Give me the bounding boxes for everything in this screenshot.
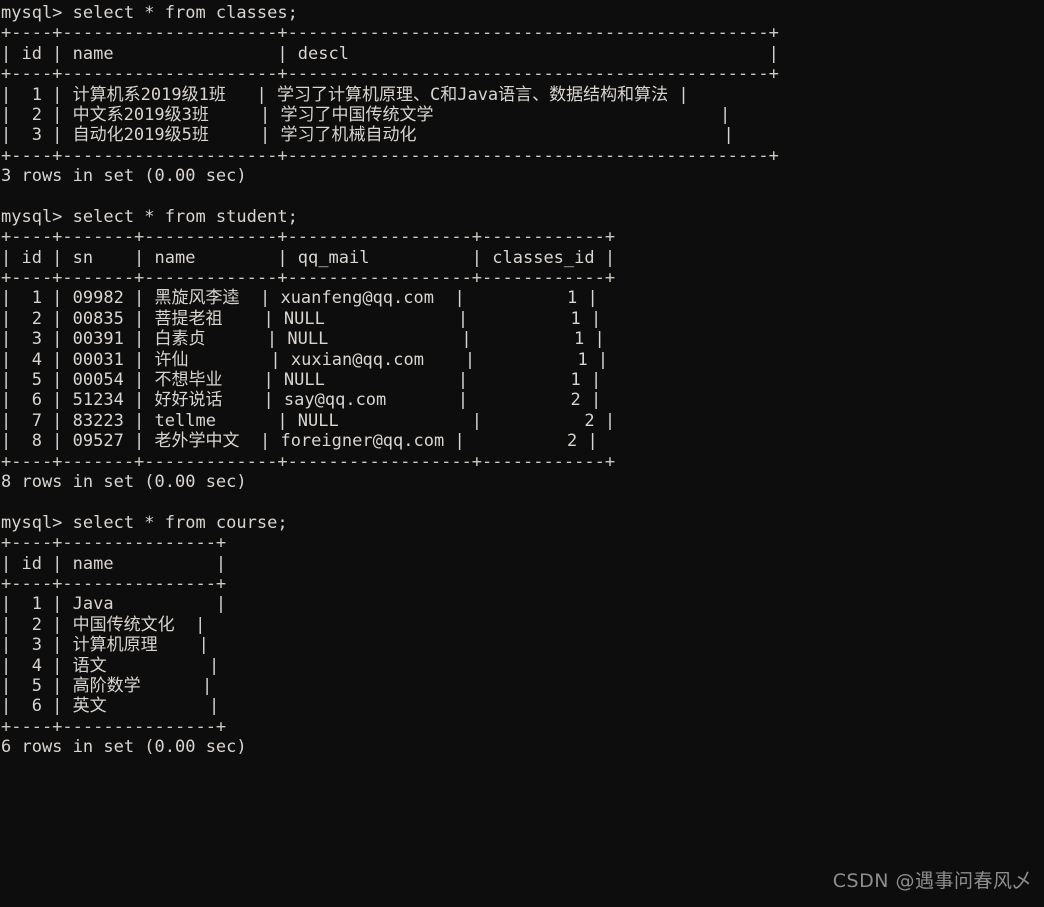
status-line-course: 6 rows in set (0.00 sec): [1, 737, 247, 758]
table-rule-top-student: +----+-------+-------------+------------…: [1, 227, 616, 248]
table-row: | 3 | 自动化2019级5班 | 学习了机械自动化 |: [1, 125, 734, 146]
table-header-student: | id | sn | name | qq_mail | classes_id …: [1, 247, 616, 268]
table-rule-mid-student: +----+-------+-------------+------------…: [1, 268, 616, 289]
table-row: | 1 | 09982 | 黑旋风李逵 | xuanfeng@qq.com | …: [1, 288, 598, 309]
table-row: | 8 | 09527 | 老外学中文 | foreigner@qq.com |…: [1, 431, 598, 452]
table-rule-mid-classes: +----+---------------------+------------…: [1, 64, 779, 85]
table-rule-mid-course: +----+---------------+: [1, 573, 227, 594]
table-header-course: | id | name |: [1, 553, 227, 574]
table-rule-bottom-course: +----+---------------+: [1, 716, 227, 737]
command-line-student: mysql> select * from student;: [1, 206, 298, 227]
table-rule-top-course: +----+---------------+: [1, 533, 227, 554]
table-row: | 1 | 计算机系2019级1班 | 学习了计算机原理、C和Java语言、数据…: [1, 84, 689, 105]
status-line-classes: 3 rows in set (0.00 sec): [1, 166, 247, 187]
table-row: | 4 | 00031 | 许仙 | xuxian@qq.com | 1 |: [1, 349, 609, 370]
table-row: | 2 | 中文系2019级3班 | 学习了中国传统文学 |: [1, 104, 731, 125]
table-row: | 6 | 英文 |: [1, 696, 220, 717]
table-rule-top-classes: +----+---------------------+------------…: [1, 23, 779, 44]
table-row: | 2 | 00835 | 菩提老祖 | NULL | 1 |: [1, 308, 602, 329]
table-row: | 5 | 高阶数学 |: [1, 675, 213, 696]
table-row: | 1 | Java |: [1, 594, 227, 615]
terminal-output: mysql> select * from classes; +----+-----…: [0, 0, 1044, 907]
table-row: | 2 | 中国传统文化 |: [1, 614, 206, 635]
command-line-classes: mysql> select * from classes;: [1, 3, 298, 23]
table-row: | 6 | 51234 | 好好说话 | say@qq.com | 2 |: [1, 390, 602, 411]
command-line-course: mysql> select * from course;: [1, 512, 288, 533]
table-row: | 3 | 计算机原理 |: [1, 635, 209, 656]
table-row: | 4 | 语文 |: [1, 655, 220, 676]
table-rule-bottom-student: +----+-------+-------------+------------…: [1, 451, 616, 472]
table-row: | 3 | 00391 | 白素贞 | NULL | 1 |: [1, 329, 605, 350]
table-row: | 7 | 83223 | tellme | NULL | 2 |: [1, 410, 616, 431]
table-row: | 5 | 00054 | 不想毕业 | NULL | 1 |: [1, 370, 602, 391]
csdn-watermark: CSDN @遇事问春风乄: [832, 870, 1032, 892]
table-header-classes: | id | name | descl |: [1, 43, 779, 64]
status-line-student: 8 rows in set (0.00 sec): [1, 471, 247, 492]
table-rule-bottom-classes: +----+---------------------+------------…: [1, 145, 779, 166]
